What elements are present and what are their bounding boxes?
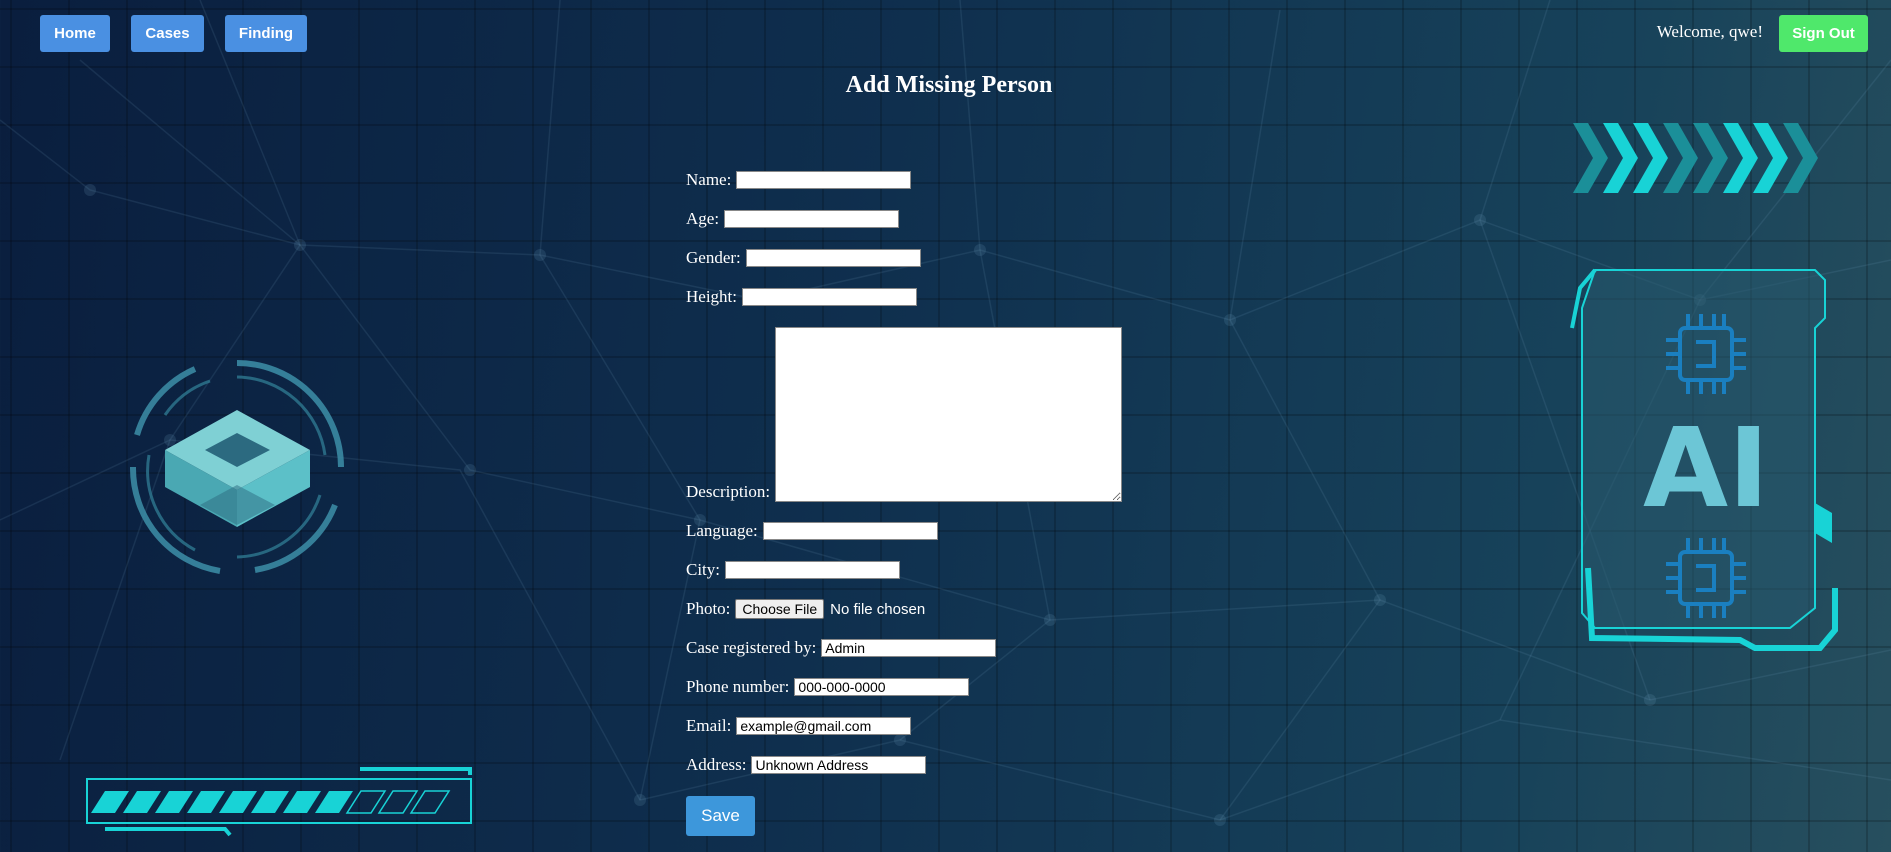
address-input[interactable] xyxy=(751,756,927,774)
welcome-text: Welcome, qwe! xyxy=(1656,22,1763,41)
age-label: Age: xyxy=(686,209,720,228)
form-row-gender: Gender: xyxy=(686,248,1122,268)
form-row-age: Age: xyxy=(686,209,1122,229)
nav-home-button[interactable]: Home xyxy=(40,15,110,52)
form-row-registered-by: Case registered by: xyxy=(686,638,1122,658)
progress-decoration xyxy=(86,767,472,837)
height-input[interactable] xyxy=(742,288,917,306)
choose-file-button[interactable]: Choose File xyxy=(735,599,825,619)
city-label: City: xyxy=(686,560,721,579)
photo-label: Photo: xyxy=(686,599,731,618)
missing-person-form: Name: Age: Gender: Height: Description: … xyxy=(686,170,1123,836)
phone-input[interactable] xyxy=(794,678,970,696)
form-row-height: Height: xyxy=(686,287,1122,307)
ai-panel-decoration: AI xyxy=(1570,268,1838,651)
gender-input[interactable] xyxy=(745,249,921,267)
chevrons-decoration xyxy=(1573,123,1818,193)
email-input[interactable] xyxy=(736,717,912,735)
age-input[interactable] xyxy=(724,210,900,228)
city-input[interactable] xyxy=(725,561,901,579)
registered-by-input[interactable] xyxy=(821,639,997,657)
save-button[interactable]: Save xyxy=(686,796,755,836)
form-row-phone: Phone number: xyxy=(686,677,1122,697)
form-row-email: Email: xyxy=(686,716,1122,736)
language-label: Language: xyxy=(686,521,758,540)
form-row-name: Name: xyxy=(686,170,1122,190)
email-label: Email: xyxy=(686,716,732,735)
form-row-description: Description: xyxy=(686,326,1123,502)
nav-finding-button[interactable]: Finding xyxy=(225,15,307,52)
form-row-address: Address: xyxy=(686,755,1122,775)
name-label: Name: xyxy=(686,170,732,189)
nav-cases-button[interactable]: Cases xyxy=(131,15,204,52)
sign-out-button[interactable]: Sign Out xyxy=(1779,15,1868,52)
description-label: Description: xyxy=(686,482,771,501)
name-input[interactable] xyxy=(736,171,912,189)
form-row-city: City: xyxy=(686,560,1122,580)
ai-text: AI xyxy=(1643,404,1769,532)
form-row-photo: Photo: Choose File No file chosen xyxy=(686,599,1122,619)
language-input[interactable] xyxy=(762,522,938,540)
file-status-text: No file chosen xyxy=(830,600,926,618)
address-label: Address: xyxy=(686,755,747,774)
gender-label: Gender: xyxy=(686,248,741,267)
page-title: Add Missing Person xyxy=(845,72,1053,98)
height-label: Height: xyxy=(686,287,737,306)
phone-label: Phone number: xyxy=(686,677,790,696)
registered-by-label: Case registered by: xyxy=(686,638,817,657)
emblem-icon xyxy=(129,360,344,574)
form-row-language: Language: xyxy=(686,521,1122,541)
description-textarea[interactable] xyxy=(775,327,1123,502)
